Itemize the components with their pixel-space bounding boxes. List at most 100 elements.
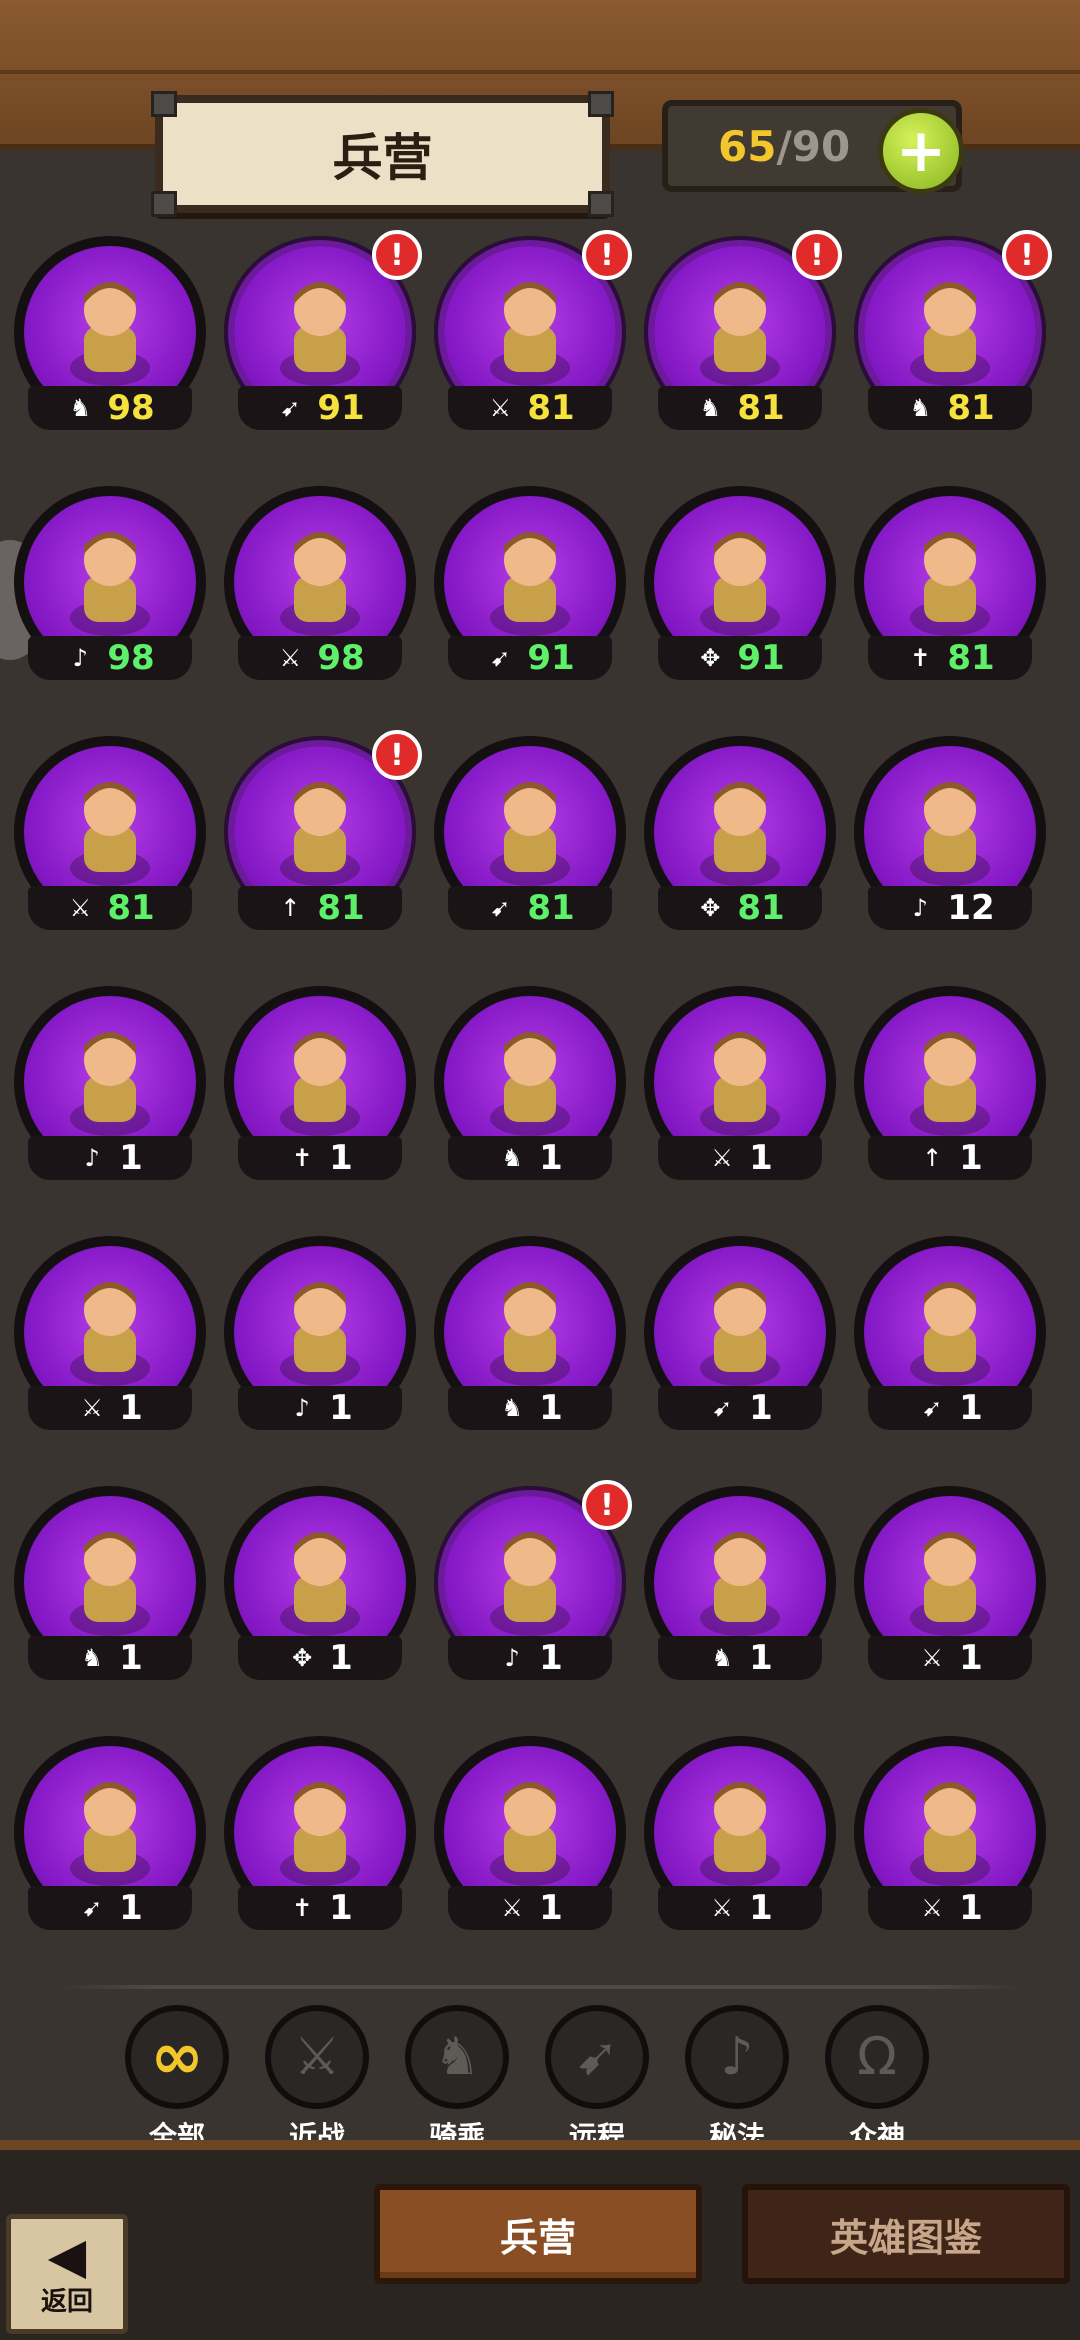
- hero-class-icon: ⚔: [921, 1644, 943, 1672]
- hero-card[interactable]: ⚔ 1: [644, 986, 836, 1186]
- hero-class-icon: ➹: [280, 394, 301, 422]
- add-capacity-button[interactable]: +: [878, 108, 964, 194]
- hero-figure-icon: [280, 1782, 360, 1886]
- filter-icon: ♪: [685, 2005, 789, 2109]
- hero-card[interactable]: ➹ 91!: [224, 230, 422, 436]
- hero-class-icon: ⚔: [501, 1894, 523, 1922]
- hero-card[interactable]: ⚔ 1: [14, 1236, 206, 1436]
- hero-card[interactable]: ⚔ 1: [854, 1486, 1046, 1686]
- hero-info-bar: ♞ 98: [28, 386, 192, 430]
- hero-info-bar: ➹ 91: [238, 386, 402, 430]
- capacity-max: 90: [791, 121, 851, 171]
- hero-card[interactable]: ⚔ 1: [854, 1736, 1046, 1936]
- hero-figure-icon: [910, 1032, 990, 1136]
- corner-bracket: [588, 191, 614, 217]
- hero-figure-icon: [910, 282, 990, 386]
- tab-barracks-label: 兵营: [499, 2215, 576, 2260]
- hero-info-bar: ⚔ 1: [658, 1886, 822, 1930]
- tab-hero-codex[interactable]: 英雄图鉴: [742, 2184, 1070, 2284]
- hero-level: 81: [527, 388, 575, 428]
- hero-level: 1: [329, 1388, 353, 1428]
- hero-class-icon: ⚔: [81, 1394, 103, 1422]
- hero-card[interactable]: ✥ 1: [224, 1486, 416, 1686]
- hero-info-bar: ⚔ 81: [448, 386, 612, 430]
- hero-card[interactable]: ♪ 1: [14, 986, 206, 1186]
- hero-class-icon: ♞: [69, 394, 92, 422]
- hero-class-icon: ♞: [501, 1144, 523, 1172]
- hero-figure-icon: [910, 1532, 990, 1636]
- hero-info-bar: ♞ 1: [448, 1136, 612, 1180]
- back-button[interactable]: ◀ 返回: [6, 2214, 128, 2334]
- hero-figure-icon: [70, 1032, 150, 1136]
- hero-info-bar: ♪ 1: [28, 1136, 192, 1180]
- hero-card[interactable]: ↑ 1: [854, 986, 1046, 1186]
- hero-class-icon: ⚔: [69, 894, 92, 922]
- hero-card[interactable]: ✝ 1: [224, 1736, 416, 1936]
- hero-figure-icon: [490, 1532, 570, 1636]
- hero-level: 81: [317, 888, 365, 928]
- hero-info-bar: ✝ 1: [238, 1886, 402, 1930]
- hero-card[interactable]: ➹ 91: [434, 486, 626, 686]
- hero-level: 91: [737, 638, 785, 678]
- hero-card[interactable]: ♞ 1: [434, 1236, 626, 1436]
- hero-card[interactable]: ⚔ 81: [14, 736, 206, 936]
- hero-card[interactable]: ✝ 81: [854, 486, 1046, 686]
- hero-card[interactable]: ♪ 1!: [434, 1480, 632, 1686]
- hero-class-icon: ♞: [501, 1394, 523, 1422]
- hero-info-bar: ♪ 1: [448, 1636, 612, 1680]
- hero-level: 81: [947, 388, 995, 428]
- hero-level: 1: [329, 1638, 353, 1678]
- hero-card[interactable]: ⚔ 1: [644, 1736, 836, 1936]
- hero-info-bar: ♞ 1: [28, 1636, 192, 1680]
- hero-info-bar: ➹ 1: [868, 1386, 1032, 1430]
- hero-figure-icon: [490, 282, 570, 386]
- hero-info-bar: ♞ 1: [658, 1636, 822, 1680]
- hero-info-bar: ↑ 81: [238, 886, 402, 930]
- hero-info-bar: ➹ 91: [448, 636, 612, 680]
- hero-card[interactable]: ♪ 1: [224, 1236, 416, 1436]
- hero-figure-icon: [280, 1532, 360, 1636]
- hero-figure-icon: [490, 1032, 570, 1136]
- hero-card[interactable]: ➹ 1: [14, 1736, 206, 1936]
- back-label: 返回: [40, 2286, 93, 2317]
- hero-class-icon: ↑: [280, 894, 301, 922]
- hero-card[interactable]: ➹ 1: [644, 1236, 836, 1436]
- hero-class-icon: ✥: [700, 894, 721, 922]
- hero-card[interactable]: ✥ 81: [644, 736, 836, 936]
- hero-info-bar: ♞ 81: [868, 386, 1032, 430]
- hero-card[interactable]: ♞ 81!: [644, 230, 842, 436]
- hero-card[interactable]: ➹ 1: [854, 1236, 1046, 1436]
- tab-barracks[interactable]: 兵营: [374, 2184, 702, 2284]
- hero-card[interactable]: ♞ 1: [14, 1486, 206, 1686]
- hero-card[interactable]: ⚔ 98: [224, 486, 416, 686]
- hero-figure-icon: [910, 532, 990, 636]
- hero-card[interactable]: ♞ 1: [644, 1486, 836, 1686]
- hero-level: 1: [749, 1638, 773, 1678]
- hero-info-bar: ♪ 1: [238, 1386, 402, 1430]
- hero-info-bar: ✝ 1: [238, 1136, 402, 1180]
- hero-card[interactable]: ⚔ 81!: [434, 230, 632, 436]
- hero-card[interactable]: ♞ 81!: [854, 230, 1052, 436]
- hero-card[interactable]: ♞ 1: [434, 986, 626, 1186]
- back-arrow-icon: ◀: [47, 2226, 87, 2285]
- hero-card[interactable]: ✝ 1: [224, 986, 416, 1186]
- hero-level: 1: [539, 1888, 563, 1928]
- hero-card[interactable]: ♞ 98: [14, 236, 206, 436]
- hero-card[interactable]: ♪ 12: [854, 736, 1046, 936]
- hero-card[interactable]: ↑ 81!: [224, 730, 422, 936]
- page-title: 兵营: [332, 129, 433, 187]
- hero-info-bar: ↑ 1: [868, 1136, 1032, 1180]
- hero-class-icon: ⚔: [279, 644, 302, 672]
- hero-info-bar: ⚔ 98: [238, 636, 402, 680]
- hero-card[interactable]: ♪ 98: [14, 486, 206, 686]
- hero-class-icon: ♪: [72, 644, 88, 672]
- capacity-current: 65: [718, 121, 777, 171]
- hero-card[interactable]: ➹ 81: [434, 736, 626, 936]
- hero-level: 1: [539, 1138, 563, 1178]
- hero-figure-icon: [490, 1782, 570, 1886]
- hero-card[interactable]: ✥ 91: [644, 486, 836, 686]
- hero-level: 1: [539, 1388, 563, 1428]
- hero-info-bar: ✥ 1: [238, 1636, 402, 1680]
- plus-icon: +: [895, 116, 947, 186]
- hero-card[interactable]: ⚔ 1: [434, 1736, 626, 1936]
